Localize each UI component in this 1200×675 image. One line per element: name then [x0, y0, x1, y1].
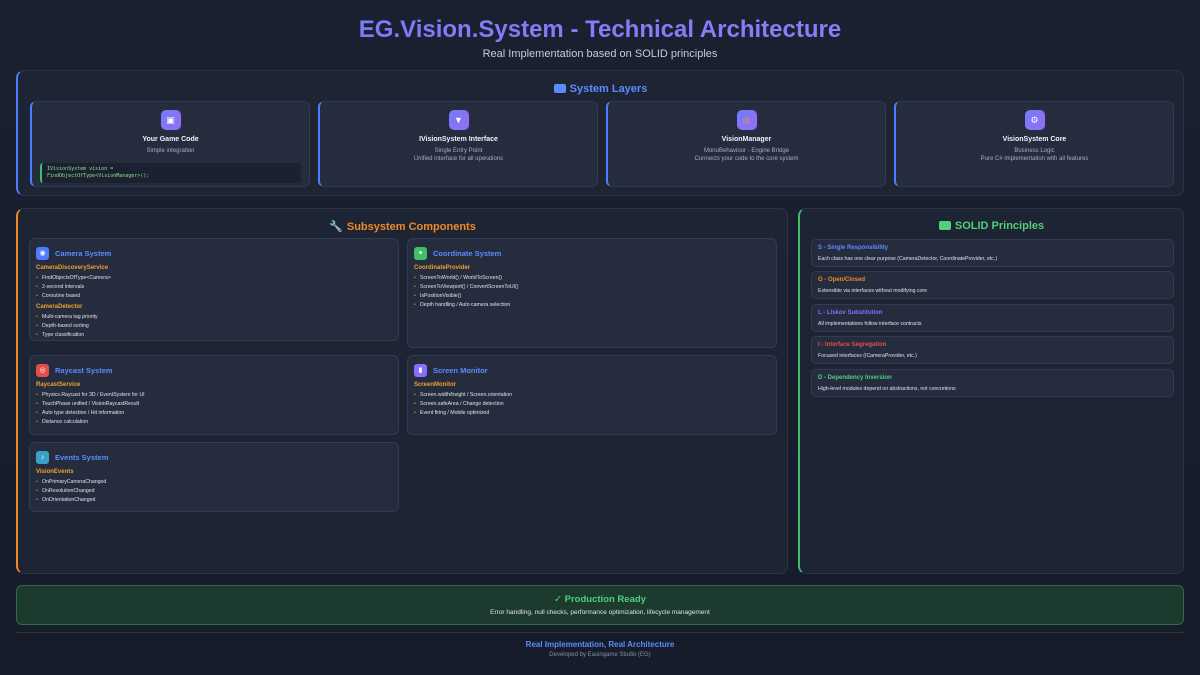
solid-item-s: S - Single Responsibility Each class has… — [811, 239, 1174, 267]
subsystem-components-panel: 🔧 Subsystem Components ◉ Camera System Ca… — [16, 208, 788, 574]
screen-monitor-card: ▮ Screen Monitor ScreenMonitor Screen.wi… — [407, 355, 777, 435]
layers-icon — [553, 84, 566, 93]
list-item: OnResolutionChanged — [36, 488, 94, 494]
layer-card-core: ⚙ VisionSystem Core Business Logic Pure … — [894, 101, 1174, 187]
principle-desc: All implementations follow interface con… — [818, 321, 922, 327]
gear-icon: ⚙ — [1024, 110, 1045, 130]
solid-item-d: D - Dependency Inversion High-level modu… — [811, 369, 1174, 397]
code-snippet: IVisionSystem vision = FindObjectOfType<… — [40, 163, 301, 183]
solid-item-i: I - Interface Segregation Focused interf… — [811, 336, 1174, 364]
principle-name: L - Liskov Substitution — [818, 310, 883, 316]
list-item: Depth handling / Auto camera selection — [414, 302, 510, 308]
list-item: OnPrimaryCameraChanged — [36, 479, 106, 485]
monitor-icon: ▮ — [414, 363, 427, 377]
bell-icon: ♪ — [36, 450, 49, 464]
principle-desc: Extensible via interfaces without modify… — [818, 288, 927, 294]
solid-principles-title: SOLID Principles — [800, 220, 1183, 232]
camera-system-card: ◉ Camera System CameraDiscoveryService F… — [29, 238, 399, 341]
layer-name: IVisionSystem Interface — [419, 136, 498, 143]
footer-tagline: Real Implementation, Real Architecture — [525, 640, 675, 649]
principle-name: I - Interface Segregation — [818, 342, 887, 348]
list-item: ScreenToViewport() / ConvertScreenToUI() — [414, 284, 518, 290]
principle-name: D - Dependency Inversion — [818, 375, 892, 381]
layer-card-vision-manager: ◎ VisionManager MonoBehaviour - Engine B… — [606, 101, 886, 187]
list-item: Screen.safeArea / Change detection — [414, 401, 504, 407]
layer-card-interface: ▼ IVisionSystem Interface Single Entry P… — [318, 101, 598, 187]
list-item: Type classification — [36, 332, 84, 338]
layer-desc: Simple integration — [146, 148, 195, 154]
layer-desc: Single Entry Point Unified interface for… — [413, 148, 504, 162]
component-title: Events System — [55, 452, 109, 462]
footer-divider — [16, 632, 1184, 633]
layer-card-game-code: ▣ Your Game Code Simple integration IVis… — [30, 101, 310, 187]
page-subtitle: Real Implementation based on SOLID princ… — [482, 48, 718, 60]
production-title: ✓ Production Ready — [554, 594, 646, 605]
service-name: ScreenMonitor — [414, 382, 457, 388]
component-title: Raycast System — [55, 365, 113, 375]
crosshair-icon: ✦ — [414, 246, 427, 260]
component-title: Screen Monitor — [433, 365, 488, 375]
principle-desc: High-level modules depend on abstraction… — [818, 386, 956, 392]
camera-icon: ◉ — [36, 246, 49, 260]
footer-credit: Developed by Easingame Studio (EG) — [549, 652, 651, 658]
solid-item-l: L - Liskov Substitution All implementati… — [811, 304, 1174, 332]
list-item: TouchPhase unified / VisionRaycastResult — [36, 401, 139, 407]
list-item: Distance calculation — [36, 419, 88, 425]
layer-name: VisionManager — [721, 136, 772, 143]
system-layers-title: System Layers — [18, 83, 1183, 95]
list-item: 2-second intervals — [36, 284, 84, 290]
wrench-icon: 🔧 — [329, 221, 343, 233]
list-item: OnOrientationChanged — [36, 497, 95, 503]
list-item: Physics.Raycast for 3D / EventSystem for… — [36, 392, 145, 398]
coordinate-system-card: ✦ Coordinate System CoordinateProvider S… — [407, 238, 777, 348]
gamepad-icon: ▣ — [160, 110, 181, 130]
page-title: EG.Vision.System - Technical Architectur… — [0, 16, 1200, 44]
layer-desc: Business Logic Pure C# implementation wi… — [980, 148, 1089, 162]
principle-desc: Each class has one clear purpose (Camera… — [818, 256, 998, 262]
target-icon: ◎ — [36, 363, 49, 377]
building-icon — [938, 221, 951, 230]
solid-principles-panel: SOLID Principles S - Single Responsibili… — [798, 208, 1184, 574]
layer-name: VisionSystem Core — [1002, 136, 1067, 143]
solid-item-o: O - Open/Closed Extensible via interface… — [811, 271, 1174, 299]
principle-desc: Focused interfaces (ICameraProvider, etc… — [818, 353, 917, 359]
layer-name: Your Game Code — [142, 136, 199, 143]
list-item: Multi-camera tag priority — [36, 314, 98, 320]
service-name: CameraDetector — [36, 304, 83, 310]
principle-name: S - Single Responsibility — [818, 245, 889, 251]
service-name: VisionEvents — [36, 469, 74, 475]
list-item: Coroutine based — [36, 293, 80, 299]
component-title: Coordinate System — [433, 248, 502, 258]
bridge-icon: ◎ — [736, 110, 757, 130]
service-name: RaycastService — [36, 382, 81, 388]
production-desc: Error handling, null checks, performance… — [490, 609, 710, 616]
component-title: Camera System — [55, 248, 112, 258]
production-ready-banner: ✓ Production Ready Error handling, null … — [16, 585, 1184, 625]
events-system-card: ♪ Events System VisionEvents OnPrimaryCa… — [29, 442, 399, 512]
interface-icon: ▼ — [448, 110, 469, 130]
principle-name: O - Open/Closed — [818, 277, 866, 283]
list-item: Depth-based sorting — [36, 323, 89, 329]
list-item: ScreenToWorld() / WorldToScreen() — [414, 275, 502, 281]
service-name: CameraDiscoveryService — [36, 265, 109, 271]
list-item: Auto type detection / Hit information — [36, 410, 124, 416]
list-item: FindObjectsOfType<Camera> — [36, 275, 111, 281]
system-layers-panel: System Layers ▣ Your Game Code Simple in… — [16, 70, 1184, 196]
layer-desc: MonoBehaviour - Engine Bridge Connects y… — [694, 148, 799, 162]
list-item: IsPositionVisible() — [414, 293, 461, 299]
list-item: Screen.width/height / Screen.orientation — [414, 392, 512, 398]
raycast-system-card: ◎ Raycast System RaycastService Physics.… — [29, 355, 399, 435]
subsystem-components-title: 🔧 Subsystem Components — [329, 221, 476, 233]
list-item: Event firing / Mobile optimized — [414, 410, 489, 416]
service-name: CoordinateProvider — [414, 265, 471, 271]
